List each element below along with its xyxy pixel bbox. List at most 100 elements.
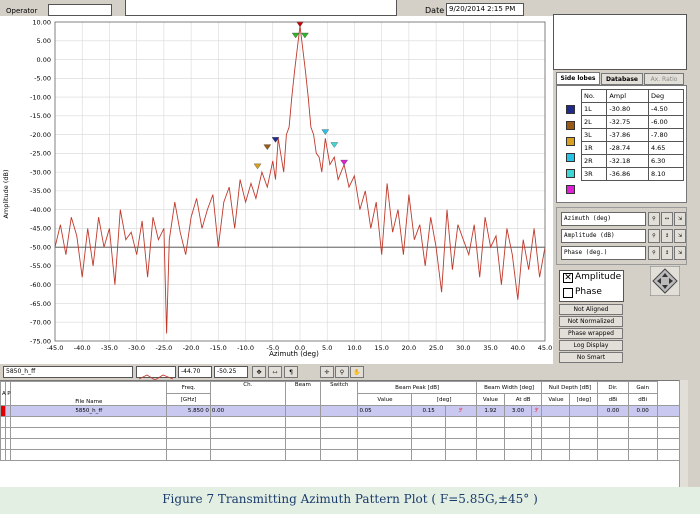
cursor-icon[interactable]: ✛ (320, 366, 334, 378)
x-tick-label: 30.0 (456, 344, 470, 352)
file-grid-table: A P File Name Freq. Ch. Beam Switch Beam… (0, 381, 688, 461)
y-tick-label: -65.00 (30, 300, 51, 308)
file-grid: A P File Name Freq. Ch. Beam Switch Beam… (0, 380, 688, 487)
y-tick-label: -45.00 (30, 225, 51, 233)
table-row[interactable] (0, 427, 688, 439)
sidelobe-row: 2R -32.18 6.30 (580, 154, 685, 168)
x-tick-label: 35.0 (483, 344, 497, 352)
pan-icon[interactable]: ✋ (350, 366, 364, 378)
application-window: Operator Date 9/20/2014 2:15 PM 10.00 5.0… (0, 0, 700, 487)
y-tick-label: -70.00 (30, 319, 51, 327)
marker-icon[interactable]: ¶ (284, 366, 298, 378)
x-tick-label: -10.0 (237, 344, 254, 352)
x-tick-label: -25.0 (155, 344, 172, 352)
fit-icon[interactable]: ⇿ (268, 366, 282, 378)
x-tick-label: -15.0 (210, 344, 227, 352)
navigation-pad[interactable] (649, 265, 681, 297)
y-tick-label: -15.00 (30, 112, 51, 120)
zoom-button[interactable]: ⚲ (648, 212, 660, 226)
status-smart[interactable]: No Smart (559, 352, 623, 363)
azimuth-axis-field[interactable]: Azimuth (deg) (561, 212, 646, 226)
x-tick-label: -30.0 (128, 344, 145, 352)
toolbar: 5850_h_ff -44.70 -50.25 ✥ ⇿ ¶ ✛ ⚲ ✋ (0, 365, 553, 381)
tab-ax-ratio[interactable]: Ax. Ratio (644, 73, 684, 85)
operator-field[interactable] (48, 4, 112, 16)
y-tick-label: -20.00 (30, 131, 51, 139)
notes-box[interactable] (553, 14, 687, 70)
zoom-button[interactable]: ⚲ (648, 229, 660, 243)
status-log-display[interactable]: Log Display (559, 340, 623, 351)
status-phase-wrapped[interactable]: Phase wrapped (559, 328, 623, 339)
tab-side-lobes[interactable]: Side lobes (556, 72, 600, 85)
y-tick-label: 5.00 (37, 37, 51, 45)
chart-background (0, 16, 553, 364)
y-tick-label: -10.00 (30, 93, 51, 101)
y-tick-label: -50.00 (30, 243, 51, 251)
y-tick-label: -30.00 (30, 168, 51, 176)
range-button[interactable]: ↕ (661, 246, 673, 260)
phase-axis-field[interactable]: Phase (deg.) (561, 246, 646, 260)
x-tick-label: -20.0 (183, 344, 200, 352)
amplitude-control: Amplitude (dB) ⚲ ↕ ⇲ (561, 229, 687, 243)
amplitude-checkbox[interactable]: ✕ (563, 273, 573, 283)
sidelobe-swatch[interactable] (566, 169, 575, 178)
range-button[interactable]: ↕ (661, 229, 673, 243)
x-tick-label: 5.0 (322, 344, 332, 352)
figure-caption: Figure 7 Transmitting Azimuth Pattern Pl… (162, 492, 538, 506)
range-to-field[interactable]: -50.25 (214, 366, 248, 378)
direction-pad-icon (649, 265, 681, 297)
status-normalized[interactable]: Not Normalized (559, 316, 623, 327)
x-tick-label: -40.0 (74, 344, 91, 352)
table-row[interactable] (0, 438, 688, 450)
sidelobe-row: 3R -36.86 8.10 (580, 167, 685, 181)
x-tick-label: 25.0 (429, 344, 443, 352)
x-tick-label: 15.0 (374, 344, 388, 352)
phase-control: Phase (deg.) ⚲ ↕ ⇲ (561, 246, 687, 260)
y-tick-label: -55.00 (30, 262, 51, 270)
scale-button[interactable]: ⇲ (674, 246, 686, 260)
y-tick-label: 10.00 (32, 18, 51, 26)
y-tick-label: 0.00 (37, 56, 51, 64)
table-row[interactable]: 5850_h_ff 5.850 0 0.00 0.05 0.15 ℱ 1.92 … (0, 405, 688, 417)
date-label: Date (425, 6, 445, 15)
x-tick-label: 40.0 (511, 344, 525, 352)
amplitude-axis-field[interactable]: Amplitude (dB) (561, 229, 646, 243)
sidelobe-swatch[interactable] (566, 121, 575, 130)
sidelobe-row: 1R -28.74 4.65 (580, 141, 685, 155)
col-no: No. (580, 89, 608, 103)
curve-style-icon[interactable] (136, 366, 176, 381)
table-row[interactable] (0, 416, 688, 428)
move-icon[interactable]: ✥ (252, 366, 266, 378)
sidelobe-row: 2L -32.75 -6.00 (580, 115, 685, 129)
phase-check-label: Phase (575, 287, 602, 297)
tab-database[interactable]: Database (601, 73, 643, 85)
title-field[interactable] (125, 0, 397, 16)
date-field[interactable]: 9/20/2014 2:15 PM (446, 3, 524, 16)
scale-button[interactable]: ⇲ (674, 229, 686, 243)
sidelobe-swatch[interactable] (566, 153, 575, 162)
col-deg: Deg (647, 89, 685, 103)
y-tick-label: -40.00 (30, 206, 51, 214)
col-ampl: Ampl (606, 89, 649, 103)
grid-header-row: A P File Name Freq. Ch. Beam Switch Beam… (0, 381, 688, 406)
status-aligned[interactable]: Not Aligned (559, 304, 623, 315)
sidelobe-table: No. Ampl Deg 1L -30.80 -4.50 2L -32.75 -6.00… (580, 89, 685, 181)
azimuth-control: Azimuth (deg) ⚲ ↔ ⇲ (561, 212, 687, 226)
zoom-button[interactable]: ⚲ (648, 246, 660, 260)
x-tick-label: -35.0 (101, 344, 118, 352)
grid-scrollbar[interactable] (679, 380, 688, 487)
file-select[interactable]: 5850_h_ff (3, 366, 133, 378)
phase-checkbox[interactable] (563, 288, 573, 298)
sidelobe-swatch[interactable] (566, 105, 575, 114)
range-from-field[interactable]: -44.70 (178, 366, 212, 378)
y-tick-label: -60.00 (30, 281, 51, 289)
scale-button[interactable]: ⇲ (674, 212, 686, 226)
sidelobe-swatch[interactable] (566, 185, 575, 194)
zoom-icon[interactable]: ⚲ (335, 366, 349, 378)
display-mode-group: ✕ Amplitude Phase (559, 270, 624, 302)
sidelobe-row: 1L -30.80 -4.50 (580, 102, 685, 116)
table-row[interactable] (0, 449, 688, 461)
range-button[interactable]: ↔ (661, 212, 673, 226)
sidelobe-swatch[interactable] (566, 137, 575, 146)
x-tick-label: 45.0 (538, 344, 552, 352)
